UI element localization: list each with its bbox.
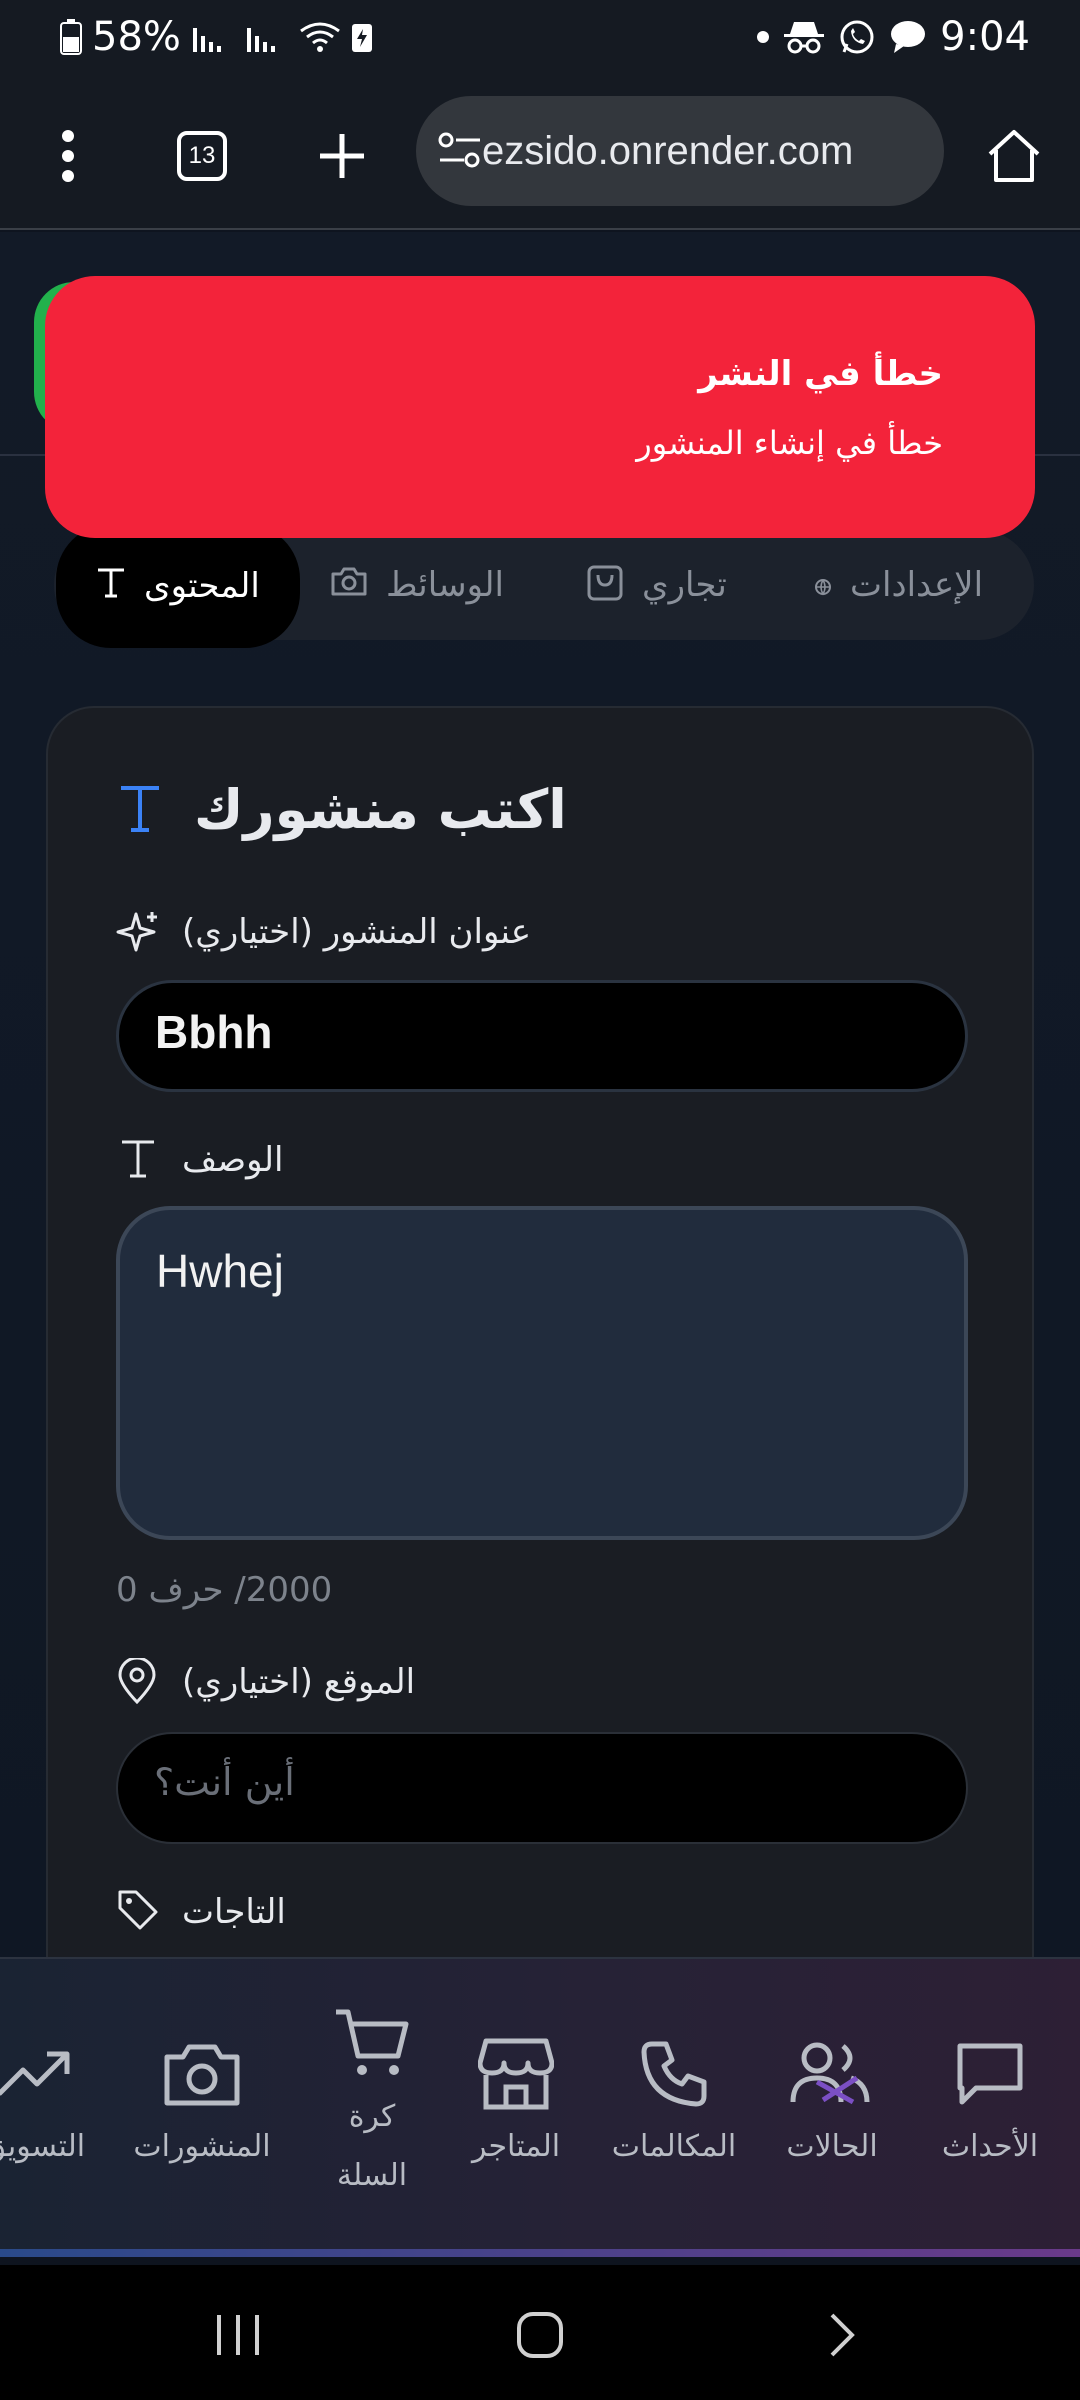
location-label: الموقع (اختياري) — [182, 1662, 416, 1702]
tab-switcher-button[interactable]: 13 — [162, 116, 242, 196]
signal-icon-2 — [245, 22, 289, 52]
description-label: الوصف — [182, 1140, 284, 1180]
nav-item-statuses[interactable]: الحالات — [752, 2019, 912, 2164]
tab-settings[interactable]: الإعدادات — [814, 530, 983, 640]
card-heading: اكتب منشورك — [194, 778, 567, 841]
battery-percent: 58% — [92, 14, 181, 60]
location-placeholder: أين أنت؟ — [154, 1760, 295, 1804]
clock: 9:04 — [940, 14, 1030, 60]
toast-message: خطأ في إنشاء المنشور — [636, 424, 943, 462]
text-icon — [96, 566, 126, 607]
camera-icon — [122, 2019, 282, 2129]
whatsapp-icon — [838, 18, 876, 56]
tags-label-row: التاجات — [116, 1888, 416, 1938]
message-icon — [890, 20, 926, 54]
browser-toolbar: 13 ezsido.onrender.com — [0, 80, 1080, 230]
sparkles-icon — [116, 910, 162, 960]
description-value: Hwhej — [156, 1245, 284, 1297]
nav-accent-bar — [0, 2249, 1080, 2257]
tab-settings-label: الإعدادات — [850, 565, 984, 605]
dot-icon — [756, 30, 770, 44]
description-textarea[interactable]: Hwhej — [116, 1206, 968, 1540]
title-input-value: Bbhh — [155, 1006, 273, 1058]
status-bar: 58% 9:04 — [0, 0, 1080, 80]
wifi-icon — [299, 21, 341, 53]
error-toast[interactable]: خطأ في النشر خطأ في إنشاء المنشور — [45, 276, 1035, 538]
tab-commercial-label: تجاري — [642, 565, 727, 605]
nav-label-posts: المنشورات — [133, 2129, 271, 2164]
title-label: عنوان المنشور (اختياري) — [182, 912, 532, 952]
system-navigation-bar — [0, 2265, 1080, 2400]
tab-content-label: المحتوى — [144, 566, 260, 606]
store-icon — [436, 2019, 596, 2129]
menu-icon[interactable] — [28, 116, 108, 196]
tab-count: 13 — [177, 131, 227, 181]
chat-bubble-icon — [910, 2019, 1070, 2129]
nav-item-stores[interactable]: المتاجر — [436, 2019, 596, 2164]
battery-icon — [60, 19, 82, 55]
trending-icon — [0, 2019, 114, 2129]
nav-label-marketing: التسويق — [0, 2129, 86, 2164]
back-icon[interactable] — [782, 2295, 902, 2375]
bottom-navigation: الأحداث الحالات المكالمات المتاجر كرة ال… — [0, 1957, 1080, 2257]
nav-label-events: الأحداث — [941, 2129, 1039, 2164]
nav-item-events[interactable]: الأحداث — [910, 2019, 1070, 2164]
tab-media-label: الوسائط — [386, 565, 504, 605]
tab-commercial[interactable]: تجاري — [586, 530, 727, 640]
globe-icon — [814, 565, 832, 605]
tab-content[interactable]: المحتوى — [56, 524, 300, 648]
site-settings-icon[interactable] — [438, 130, 482, 174]
signal-icon — [191, 22, 235, 52]
tag-icon — [116, 1888, 160, 1936]
nav-item-marketing[interactable]: التسويق — [0, 2019, 114, 2164]
title-label-row: عنوان المنشور (اختياري) — [116, 908, 576, 958]
location-input[interactable]: أين أنت؟ — [116, 1732, 968, 1844]
nav-label-basketball-1: كرة — [348, 2099, 396, 2134]
home-button-icon[interactable] — [480, 2295, 600, 2375]
nav-label-statuses: الحالات — [786, 2129, 878, 2164]
incognito-icon — [784, 20, 825, 54]
battery-saver-icon — [351, 21, 373, 53]
url-text: ezsido.onrender.com — [482, 128, 854, 173]
text-icon — [118, 782, 162, 838]
description-label-row: الوصف — [116, 1136, 416, 1186]
nav-item-posts[interactable]: المنشورات — [122, 2019, 282, 2164]
new-tab-icon[interactable] — [302, 116, 382, 196]
nav-item-calls[interactable]: المكالمات — [594, 2019, 754, 2164]
toast-title: خطأ في النشر — [698, 354, 943, 394]
nav-label-calls: المكالمات — [611, 2129, 737, 2164]
users-icon — [752, 2019, 912, 2129]
char-counter: 2000/ حرف 0 — [116, 1570, 333, 1610]
nav-item-basketball[interactable]: كرة السلة — [292, 1989, 452, 2193]
url-bar[interactable]: ezsido.onrender.com — [416, 96, 944, 206]
card-header: اكتب منشورك — [48, 778, 1032, 858]
nav-label-stores: المتاجر — [471, 2129, 561, 2164]
title-input[interactable]: Bbhh — [116, 980, 968, 1092]
shopping-bag-icon — [586, 561, 624, 610]
recent-apps-icon[interactable] — [178, 2295, 298, 2375]
editor-tabs: المحتوى الوسائط تجاري الإعدادات — [54, 524, 1034, 648]
phone-icon — [594, 2019, 754, 2129]
location-label-row: الموقع (اختياري) — [116, 1656, 516, 1708]
text-icon — [120, 1138, 156, 1182]
compose-card: اكتب منشورك عنوان المنشور (اختياري) Bbhh… — [46, 706, 1034, 2006]
cart-icon — [292, 1989, 452, 2099]
tab-media[interactable]: الوسائط — [330, 530, 504, 640]
camera-icon — [330, 565, 368, 606]
map-pin-icon — [116, 1656, 158, 1708]
tags-label: التاجات — [182, 1892, 286, 1932]
nav-label-basketball-2: السلة — [336, 2158, 408, 2193]
home-icon[interactable] — [974, 116, 1054, 196]
